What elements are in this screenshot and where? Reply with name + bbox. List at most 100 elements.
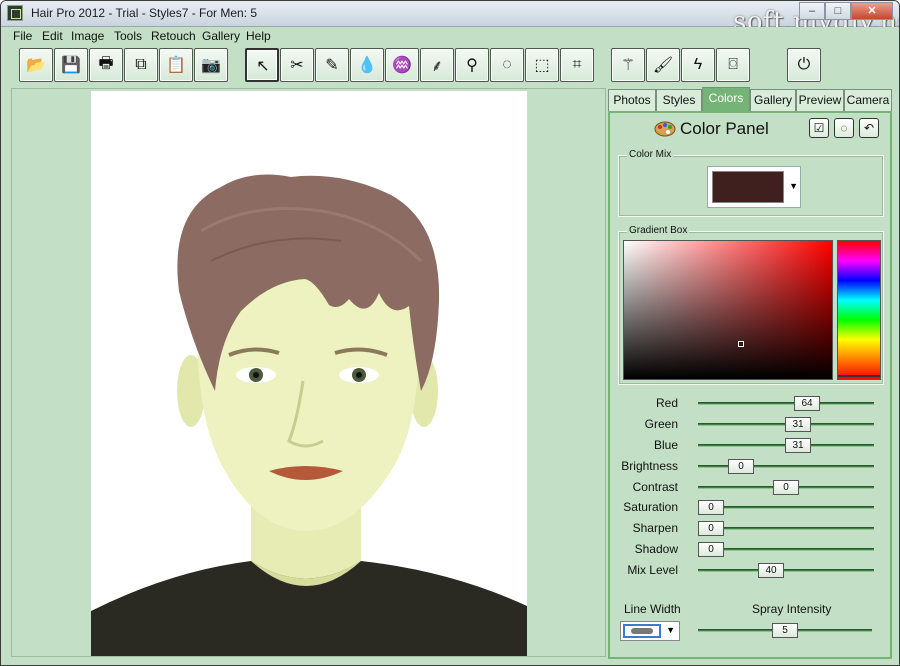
saturation-slider[interactable]: 0	[698, 500, 874, 515]
spray-intensity-label: Spray Intensity	[752, 602, 832, 616]
title-bar[interactable]: Hair Pro 2012 - Trial - Styles7 - For Me…	[1, 1, 899, 37]
color-mix-group: Color Mix ▼	[618, 149, 884, 217]
sharpen-thumb[interactable]: 0	[698, 521, 724, 536]
color-panel: Color Panel ☑ ◌ ↶ Color Mix ▼ Gradient B…	[608, 111, 892, 659]
print-button[interactable]: 🖶	[89, 48, 123, 82]
tab-camera[interactable]: Camera	[844, 89, 892, 111]
rectangle-select-tool-button[interactable]: ⬚	[525, 48, 559, 82]
flash-button[interactable]: ϟ	[681, 48, 715, 82]
green-thumb[interactable]: 31	[785, 417, 811, 432]
tape-icon: ⌼	[728, 56, 738, 73]
paste-button[interactable]: 📋	[159, 48, 193, 82]
lasso-select-icon: ◌	[840, 121, 848, 135]
drop-tool-button[interactable]: 💧	[350, 48, 384, 82]
saturation-value-picker[interactable]	[623, 240, 833, 380]
magic-wand-button[interactable]: ⚚	[611, 48, 645, 82]
apply-button[interactable]: ☑	[809, 118, 829, 138]
magic-wand-icon: ⚚	[620, 57, 636, 74]
blue-slider[interactable]: 31	[698, 438, 874, 453]
tab-preview[interactable]: Preview	[796, 89, 844, 111]
camera-button[interactable]: 📷	[194, 48, 228, 82]
toolbar: 📂 💾 🖶 ⧉ 📋 📷 ↖ ✂ ✎ 💧 ♒ ⸙ ⚲ ◌ ⬚ ⌗ ⚚ 🖌 ϟ ⌼ …	[1, 45, 899, 87]
dropdown-arrow-icon: ▼	[789, 181, 798, 191]
hair-dryer-icon: ♒	[392, 57, 412, 74]
spray-icon: ⚲	[466, 57, 478, 74]
mix-level-label: Mix Level	[627, 563, 678, 577]
spray-intensity-thumb[interactable]: 5	[772, 623, 798, 638]
line-width-dropdown[interactable]: ▼	[620, 621, 680, 641]
menu-file[interactable]: File	[13, 29, 32, 43]
minimize-button[interactable]: –	[799, 2, 825, 20]
green-slider[interactable]: 31	[698, 417, 874, 432]
brightness-slider[interactable]: 0	[698, 459, 874, 474]
copy-icon: ⧉	[135, 56, 147, 73]
palette-icon	[654, 121, 676, 137]
menu-retouch[interactable]: Retouch	[151, 29, 196, 43]
color-mix-swatch	[712, 171, 784, 203]
photo-canvas[interactable]	[91, 91, 527, 656]
brush-button[interactable]: 🖌	[646, 48, 680, 82]
hair-dryer-tool-button[interactable]: ♒	[385, 48, 419, 82]
shadow-thumb[interactable]: 0	[698, 542, 724, 557]
work-area	[11, 88, 606, 657]
contrast-label: Contrast	[632, 480, 678, 494]
blue-label: Blue	[653, 438, 678, 452]
app-window: Hair Pro 2012 - Trial - Styles7 - For Me…	[0, 0, 900, 666]
print-icon: 🖶	[98, 54, 114, 72]
save-button[interactable]: 💾	[54, 48, 88, 82]
pointer-tool-button[interactable]: ↖	[245, 48, 279, 82]
copy-button[interactable]: ⧉	[124, 48, 158, 82]
crop-tool-button[interactable]: ⌗	[560, 48, 594, 82]
line-width-label: Line Width	[624, 602, 681, 616]
shadow-label: Shadow	[634, 542, 678, 556]
blue-thumb[interactable]: 31	[785, 438, 811, 453]
window-title: Hair Pro 2012 - Trial - Styles7 - For Me…	[31, 6, 258, 20]
menu-help[interactable]: Help	[246, 29, 271, 43]
scissors-tool-button[interactable]: ✂	[280, 48, 314, 82]
maximize-button[interactable]: □	[825, 2, 851, 20]
brightness-thumb[interactable]: 0	[728, 459, 754, 474]
eyedropper-tool-button[interactable]: ✎	[315, 48, 349, 82]
lasso-icon: ◌	[502, 56, 512, 73]
menu-gallery[interactable]: Gallery	[202, 29, 240, 43]
tab-photos[interactable]: Photos	[608, 89, 656, 111]
mix-level-slider[interactable]: 40	[698, 563, 874, 578]
panel-title: Color Panel	[680, 119, 769, 138]
menu-edit[interactable]: Edit	[42, 29, 63, 43]
open-button[interactable]: 📂	[19, 48, 53, 82]
line-width-preview	[623, 624, 661, 638]
tab-colors[interactable]: Colors	[702, 87, 750, 111]
spray-tool-button[interactable]: ⚲	[455, 48, 489, 82]
red-thumb[interactable]: 64	[794, 396, 820, 411]
tab-gallery[interactable]: Gallery	[750, 89, 796, 111]
hue-marker[interactable]	[838, 375, 880, 377]
color-mix-dropdown[interactable]: ▼	[707, 166, 801, 208]
red-slider[interactable]: 64	[698, 396, 874, 411]
mix-level-thumb[interactable]: 40	[758, 563, 784, 578]
hue-slider[interactable]	[837, 240, 881, 380]
menu-image[interactable]: Image	[71, 29, 104, 43]
contrast-slider[interactable]: 0	[698, 480, 874, 495]
color-picker-marker[interactable]	[738, 341, 744, 347]
power-icon: ⏻	[797, 56, 811, 73]
close-button[interactable]: ✕	[851, 2, 893, 20]
exit-button[interactable]: ⏻	[787, 48, 821, 82]
sharpen-slider[interactable]: 0	[698, 521, 874, 536]
hair-strands-tool-button[interactable]: ⸙	[420, 48, 454, 82]
contrast-thumb[interactable]: 0	[773, 480, 799, 495]
open-folder-icon: 📂	[26, 57, 46, 74]
sharpen-label: Sharpen	[632, 521, 678, 535]
eyedropper-icon: ✎	[325, 57, 339, 74]
menu-tools[interactable]: Tools	[114, 29, 142, 43]
red-label: Red	[655, 396, 678, 410]
spray-intensity-slider[interactable]: 5	[698, 623, 872, 638]
tape-button[interactable]: ⌼	[716, 48, 750, 82]
lasso-tool-button[interactable]: ◌	[490, 48, 524, 82]
undo-button[interactable]: ↶	[859, 118, 879, 138]
saturation-thumb[interactable]: 0	[698, 500, 724, 515]
shadow-slider[interactable]: 0	[698, 542, 874, 557]
lasso-select-button[interactable]: ◌	[834, 118, 854, 138]
tab-styles[interactable]: Styles	[656, 89, 702, 111]
hair-strands-icon: ⸙	[430, 58, 443, 75]
scissors-icon: ✂	[290, 57, 304, 74]
